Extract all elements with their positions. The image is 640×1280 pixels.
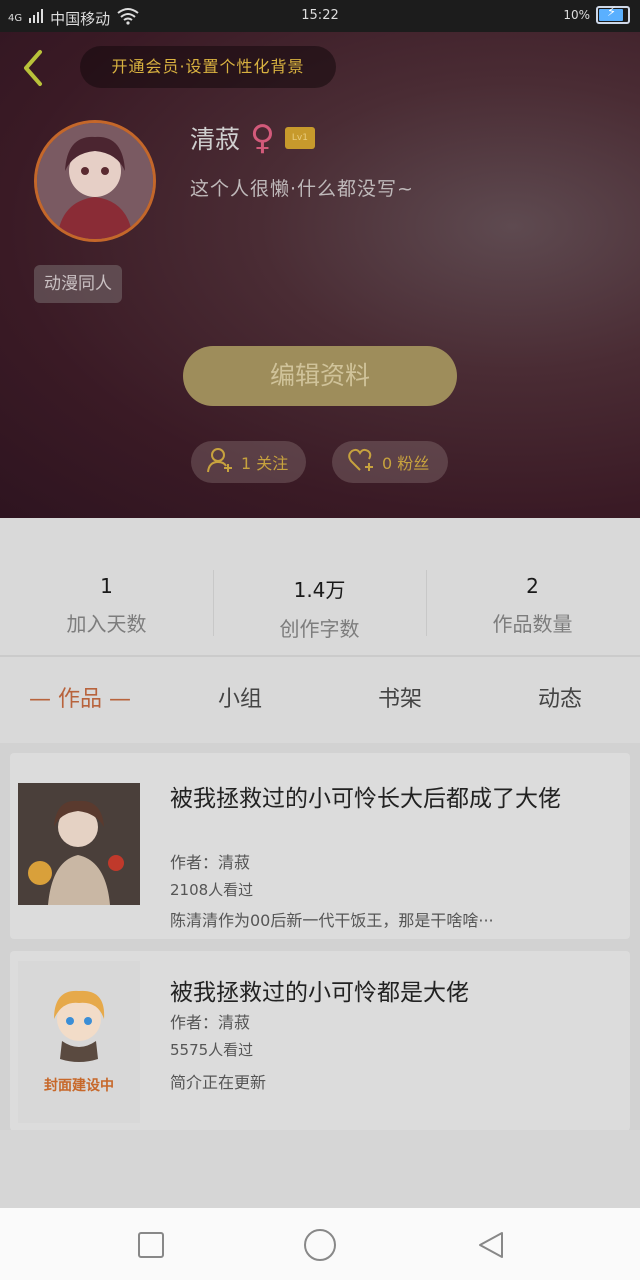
tab-bar: — 作品 — 小组 书架 动态 xyxy=(0,657,640,743)
work-cover-placeholder: 封面建设中 xyxy=(18,961,140,1123)
cover-placeholder-text: 封面建设中 xyxy=(44,1078,114,1094)
recent-apps-icon[interactable] xyxy=(136,1230,166,1260)
fans-button[interactable]: 0 粉丝 xyxy=(332,441,448,483)
tab-works[interactable]: — 作品 — xyxy=(0,657,160,743)
work-author: 作者：清菽 xyxy=(170,1013,251,1032)
stat-value: 1.4万 xyxy=(293,578,346,602)
stat-word-count: 1.4万 创作字数 xyxy=(213,518,426,655)
work-cover-image xyxy=(18,783,140,905)
stats-row: 1 加入天数 1.4万 创作字数 2 作品数量 xyxy=(0,518,640,655)
stat-value: 2 xyxy=(526,574,539,598)
battery-icon: ⚡ xyxy=(596,5,630,24)
stat-label: 加入天数 xyxy=(66,612,147,636)
fans-label: 0 粉丝 xyxy=(382,454,430,473)
heart-plus-icon xyxy=(348,448,376,476)
work-intro: 陈清清作为00后新一代干饭王，那是干啥啥··· xyxy=(170,911,494,930)
back-nav-icon[interactable] xyxy=(476,1230,506,1260)
username: 清菽 xyxy=(190,125,241,154)
clock: 15:22 xyxy=(301,8,339,23)
stat-works-count: 2 作品数量 xyxy=(426,518,639,655)
work-author: 作者：清菽 xyxy=(170,853,251,872)
profile-header: 开通会员·设置个性化背景 动漫同人 清菽 ♀ Lv1 这个人很懒·什么都没写~ … xyxy=(0,32,640,518)
home-icon[interactable] xyxy=(303,1228,337,1262)
stat-divider xyxy=(426,570,427,636)
work-views: 2108人看过 xyxy=(170,881,254,899)
category-tag: 动漫同人 xyxy=(34,265,122,303)
work-title: 被我拯救过的小可怜长大后都成了大佬 xyxy=(170,786,561,812)
avatar[interactable] xyxy=(34,120,156,242)
work-intro: 简介正在更新 xyxy=(170,1073,267,1092)
battery-percent: 10% xyxy=(563,8,590,22)
stat-value: 1 xyxy=(100,574,113,598)
work-card[interactable]: 封面建设中 被我拯救过的小可怜都是大佬 作者：清菽 5575人看过 简介正在更新 xyxy=(10,951,630,1131)
status-bar: 4G 中国移动 15:22 10% ⚡ xyxy=(0,0,640,32)
back-arrow-icon[interactable] xyxy=(18,48,48,88)
stat-label: 创作字数 xyxy=(279,617,360,641)
following-button[interactable]: 1 关注 xyxy=(191,441,306,483)
work-views: 5575人看过 xyxy=(170,1041,254,1059)
vip-banner[interactable]: 开通会员·设置个性化背景 xyxy=(80,46,336,88)
tab-bookshelf[interactable]: 书架 xyxy=(320,657,480,743)
add-user-icon xyxy=(207,447,235,477)
status-right: 10% ⚡ xyxy=(563,5,630,24)
following-label: 1 关注 xyxy=(241,454,289,473)
work-title: 被我拯救过的小可怜都是大佬 xyxy=(170,980,469,1006)
level-badge: Lv1 xyxy=(284,127,315,149)
work-card[interactable]: 被我拯救过的小可怜长大后都成了大佬 作者：清菽 2108人看过 陈清清作为00后… xyxy=(10,753,630,939)
user-bio: 这个人很懒·什么都没写~ xyxy=(190,178,414,200)
stat-label: 作品数量 xyxy=(492,612,573,636)
system-navbar xyxy=(0,1208,640,1280)
stat-divider xyxy=(213,570,214,636)
female-icon: ♀ xyxy=(250,118,275,158)
list-footer-space xyxy=(0,1130,640,1210)
tab-groups[interactable]: 小组 xyxy=(160,657,320,743)
works-list: 被我拯救过的小可怜长大后都成了大佬 作者：清菽 2108人看过 陈清清作为00后… xyxy=(0,743,640,1131)
stat-join-days: 1 加入天数 xyxy=(0,518,213,655)
tab-activity[interactable]: 动态 xyxy=(480,657,640,743)
name-row: 清菽 ♀ Lv1 xyxy=(190,120,315,156)
edit-profile-button[interactable]: 编辑资料 xyxy=(183,346,457,406)
